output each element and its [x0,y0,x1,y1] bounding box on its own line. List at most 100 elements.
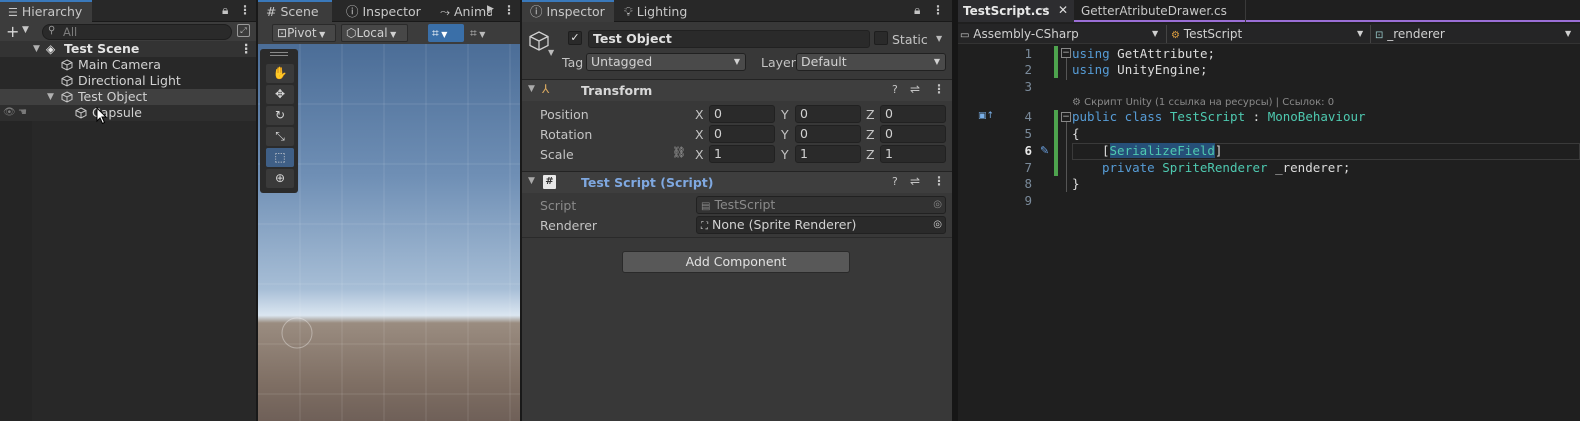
hierarchy-item-selected[interactable]: ▼ Test Object [0,89,256,105]
inspector-more-icon[interactable]: ⋮ [932,3,944,17]
animation-icon: ⤳ [440,4,451,19]
rect-tool-icon[interactable]: ⬚ [266,148,294,167]
hierarchy-item[interactable]: Directional Light [0,73,256,89]
static-label: Static [892,32,928,47]
close-icon[interactable]: ✕ [1058,3,1068,17]
pickability-hand-icon[interactable]: ☚ [18,105,27,121]
member-dropdown[interactable]: ⊡ _renderer ▼ [1370,25,1576,43]
rotation-z-input[interactable]: 0 [880,125,946,143]
editor-gutter [958,46,1058,421]
tab-lighting[interactable]: 💡︎ Lighting [616,0,696,22]
lock-icon[interactable]: 🔒︎ [914,3,920,18]
quick-action-pencil-icon[interactable]: ✎ [1040,144,1049,157]
position-z-input[interactable]: 0 [880,105,946,123]
implements-icon[interactable]: ▣↑ [978,111,994,123]
hierarchy-item[interactable]: Main Camera [0,57,256,73]
tab-hierarchy[interactable]: ☰ Hierarchy [0,0,92,22]
active-checkbox[interactable]: ✓ [568,31,582,45]
renderer-field[interactable]: ⛶ None (Sprite Renderer) ◎ [696,216,946,234]
scene-more-icon[interactable]: ⋮ [240,41,253,57]
visibility-eye-icon[interactable]: 👁︎ [3,105,16,121]
rotation-y-input[interactable]: 0 [795,125,861,143]
hierarchy-item-label: Test Object [78,89,148,104]
scene-more-menu-icon[interactable]: ⋮ [503,3,515,17]
object-name-input[interactable]: Test Object [588,30,870,48]
script-component-header[interactable]: ▼ # Test Script (Script) ? ⇌ ⋮ [522,171,952,193]
line-number: 5 [1024,126,1032,141]
static-checkbox[interactable] [874,31,888,45]
tab-scroll-right-icon[interactable]: ▶ [487,4,494,14]
transform-header[interactable]: ▼ ⅄ Transform ? ⇌ ⋮ [522,79,952,101]
gameobject-large-icon [529,31,549,51]
git-change-bar [1054,46,1058,78]
class-dropdown[interactable]: ⚙ TestScript ▼ [1166,25,1366,43]
help-icon[interactable]: ? [892,175,898,188]
chevron-down-icon[interactable]: ▼ [22,25,29,35]
axis-z-label: Z [866,147,875,162]
tab-animation[interactable]: ⤳ Anima [432,0,492,22]
collapse-icon[interactable]: − [1061,48,1071,58]
increment-snap-toggle[interactable]: ⌗ ▼ [470,24,504,42]
code-line-7: private SpriteRenderer _renderer; [1102,160,1351,175]
position-x-input[interactable]: 0 [709,105,775,123]
position-y-input[interactable]: 0 [795,105,861,123]
rotate-tool-icon[interactable]: ↻ [266,106,294,125]
preset-icon[interactable]: ⇌ [910,82,920,96]
codelens-info[interactable]: ⚙ Скрипт Unity (1 ссылка на ресурсы) | С… [1072,97,1334,108]
constrain-proportions-icon[interactable]: ⛓︎ [672,146,686,159]
hierarchy-item[interactable]: 👁︎ ☚ Capsule [0,105,256,121]
expand-arrow-icon[interactable]: ▼ [528,176,535,186]
help-icon[interactable]: ? [892,83,898,96]
collapse-icon[interactable]: − [1061,112,1071,122]
object-picker-icon[interactable]: ◎ [933,217,942,233]
grid-snap-toggle[interactable]: ⌗ ▼ [428,24,464,42]
add-component-button[interactable]: Add Component [622,251,850,273]
tab-scene[interactable]: # Scene [258,0,332,22]
local-dropdown[interactable]: ⬡Local ▼ [341,24,408,42]
rotation-x-input[interactable]: 0 [709,125,775,143]
line-number: 4 [1024,109,1032,124]
tag-value: Untagged [591,54,653,69]
line-number-current: 6 [1024,143,1032,158]
lightbulb-icon: 💡︎ [624,4,633,19]
project-dropdown[interactable]: ▭ Assembly-CSharp ▼ [960,25,1160,43]
move-tool-icon[interactable]: ✥ [266,85,294,104]
transform-tool-icon[interactable]: ⊕ [266,169,294,188]
scene-visibility-icon[interactable]: ⤢ [237,24,250,37]
scene-panel: # Scene ⓘ Inspector ⤳ Anima ▶ ⋮ ⊡Pivot ▼… [258,0,520,421]
line-number: 7 [1024,160,1032,175]
tag-dropdown[interactable]: Untagged ▼ [586,53,746,71]
add-icon[interactable]: + [6,22,19,41]
scale-z-input[interactable]: 1 [880,145,946,163]
icon-dropdown-arrow[interactable]: ▼ [548,48,554,57]
scale-x-input[interactable]: 1 [709,145,775,163]
scene-row[interactable]: ▼ ◈ Test Scene ⋮ [0,41,256,57]
pin-icon[interactable]: ⊸ [1040,4,1048,15]
gameobject-icon [61,91,73,103]
chevron-down-icon: ▼ [933,57,940,66]
lock-icon[interactable]: 🔒︎ [222,3,228,18]
hand-tool-icon[interactable]: ✋ [266,64,294,83]
preset-icon[interactable]: ⇌ [910,174,920,188]
tab-inspector[interactable]: ⓘ Inspector [522,0,614,22]
component-more-icon[interactable]: ⋮ [933,174,945,188]
scale-y-input[interactable]: 1 [795,145,861,163]
more-menu-icon[interactable]: ⋮ [239,3,251,17]
tab-getteratributedrawer[interactable]: GetterAtributeDrawer.cs [1076,0,1246,22]
expand-arrow-icon[interactable]: ▼ [528,84,535,94]
component-more-icon[interactable]: ⋮ [933,82,945,96]
search-input[interactable]: ⚲ All [42,24,232,40]
axis-x-label: X [695,127,704,142]
layer-dropdown[interactable]: Default ▼ [796,53,946,71]
expand-arrow-icon[interactable]: ▼ [33,41,40,57]
pivot-dropdown[interactable]: ⊡Pivot ▼ [272,24,336,42]
expand-arrow-icon[interactable]: ▼ [47,89,54,105]
static-dropdown-arrow[interactable]: ▼ [936,34,942,43]
palette-grip[interactable] [270,52,288,53]
scale-tool-icon[interactable]: ⤡ [266,127,294,146]
line-number: 3 [1024,79,1032,94]
git-change-bar [1054,110,1058,176]
tab-hierarchy-label: Hierarchy [21,4,83,19]
tab-testscript[interactable]: TestScript.cs ⊸ ✕ [958,0,1074,22]
tab-inspector-secondary[interactable]: ⓘ Inspector [338,0,434,22]
